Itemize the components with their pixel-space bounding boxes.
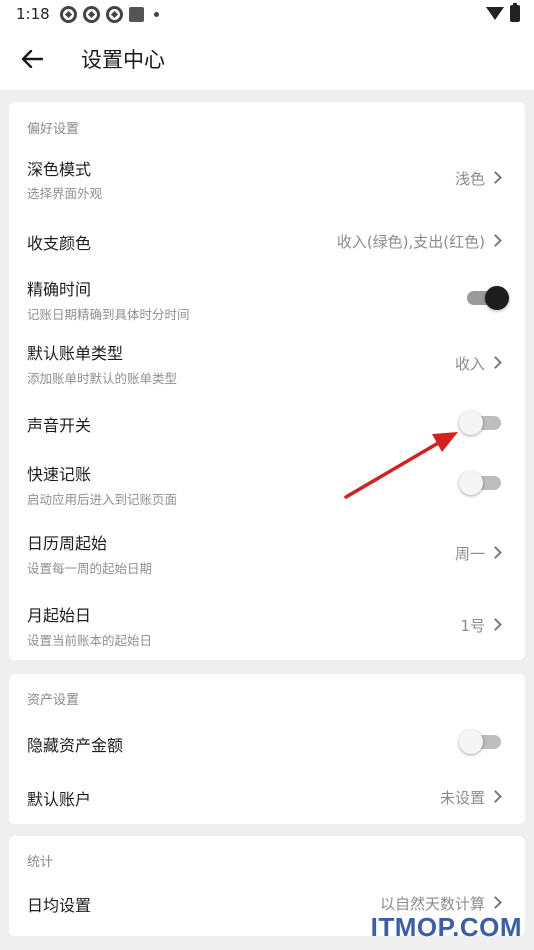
watermark: ITMOP.COM [370, 912, 522, 942]
row-label: 收支颜色 [27, 234, 92, 253]
toggle-thumb [459, 730, 483, 754]
row-value: 周一 [454, 545, 485, 563]
row-subtitle: 设置每一周的起始日期 [27, 561, 153, 576]
more-notifications-dot-icon [153, 11, 159, 17]
row-label: 日均设置 [27, 896, 92, 915]
hide-amount-toggle[interactable] [459, 730, 501, 754]
row-value: 1号 [460, 617, 485, 635]
toggle-thumb [459, 471, 483, 495]
row-subtitle: 选择界面外观 [27, 186, 103, 201]
arrow-left-icon [21, 50, 43, 68]
status-bar: 1:18 [0, 0, 534, 28]
toggle-thumb [459, 411, 483, 435]
chevron-right-icon [489, 356, 502, 369]
app-notification-icon [59, 5, 77, 23]
row-label: 默认账户 [27, 790, 92, 809]
row-subtitle: 设置当前账本的起始日 [27, 633, 153, 648]
square-notification-icon [128, 6, 144, 22]
section-title-stats: 统计 [27, 855, 54, 870]
section-title-preferences: 偏好设置 [27, 122, 80, 137]
preferences-card: 偏好设置 深色模式 选择界面外观 浅色 收支颜色 收入(绿色),支出(红色) 精… [9, 102, 525, 660]
status-time: 1:18 [16, 5, 50, 23]
row-subtitle: 启动应用后进入到记账页面 [27, 492, 178, 507]
assets-card: 资产设置 隐藏资产金额 默认账户 未设置 [9, 674, 525, 824]
week-start-row[interactable]: 日历周起始 设置每一周的起始日期 周一 [9, 524, 525, 584]
row-label: 声音开关 [27, 416, 92, 435]
sound-toggle[interactable] [459, 411, 501, 435]
sound-row: 声音开关 [9, 402, 525, 446]
app-notification-icon [82, 5, 100, 23]
app-bar: 设置中心 [0, 28, 534, 90]
month-start-row[interactable]: 月起始日 设置当前账本的起始日 1号 [9, 594, 525, 654]
row-label: 隐藏资产金额 [27, 736, 124, 755]
income-expense-color-row[interactable]: 收支颜色 收入(绿色),支出(红色) [9, 216, 525, 264]
row-label: 日历周起始 [27, 534, 108, 553]
chevron-right-icon [489, 234, 502, 247]
battery-icon [510, 3, 520, 22]
chevron-right-icon [489, 896, 502, 909]
dark-mode-row[interactable]: 深色模式 选择界面外观 浅色 [9, 144, 525, 208]
row-value: 收入 [454, 355, 485, 373]
precise-time-toggle[interactable] [467, 286, 509, 310]
row-label: 月起始日 [27, 606, 92, 625]
hide-amount-row: 隐藏资产金额 [9, 718, 525, 766]
default-account-row[interactable]: 默认账户 未设置 [9, 772, 525, 820]
chevron-right-icon [489, 618, 502, 631]
row-value: 以自然天数计算 [379, 895, 485, 913]
status-notification-icons [59, 5, 159, 23]
page-title: 设置中心 [81, 48, 165, 72]
back-button[interactable] [0, 28, 64, 90]
status-system-icons [486, 3, 520, 22]
wifi-icon [486, 7, 504, 20]
row-subtitle: 添加账单时默认的账单类型 [27, 371, 178, 386]
default-bill-type-row[interactable]: 默认账单类型 添加账单时默认的账单类型 收入 [9, 334, 525, 394]
chevron-right-icon [489, 790, 502, 803]
row-subtitle: 记账日期精确到具体时分时间 [27, 307, 190, 322]
row-value: 浅色 [454, 170, 485, 188]
toggle-thumb [485, 286, 509, 310]
section-title-assets: 资产设置 [27, 693, 80, 708]
chevron-right-icon [489, 171, 502, 184]
row-label: 深色模式 [27, 160, 92, 179]
row-value: 未设置 [439, 789, 485, 807]
app-notification-icon [105, 5, 123, 23]
row-label: 精确时间 [27, 280, 92, 299]
chevron-right-icon [489, 546, 502, 559]
row-label: 快速记账 [27, 465, 92, 484]
quick-entry-toggle[interactable] [459, 471, 501, 495]
row-value: 收入(绿色),支出(红色) [336, 233, 485, 251]
row-label: 默认账单类型 [27, 344, 124, 363]
quick-entry-row: 快速记账 启动应用后进入到记账页面 [9, 456, 525, 516]
precise-time-row: 精确时间 记账日期精确到具体时分时间 [9, 268, 525, 328]
